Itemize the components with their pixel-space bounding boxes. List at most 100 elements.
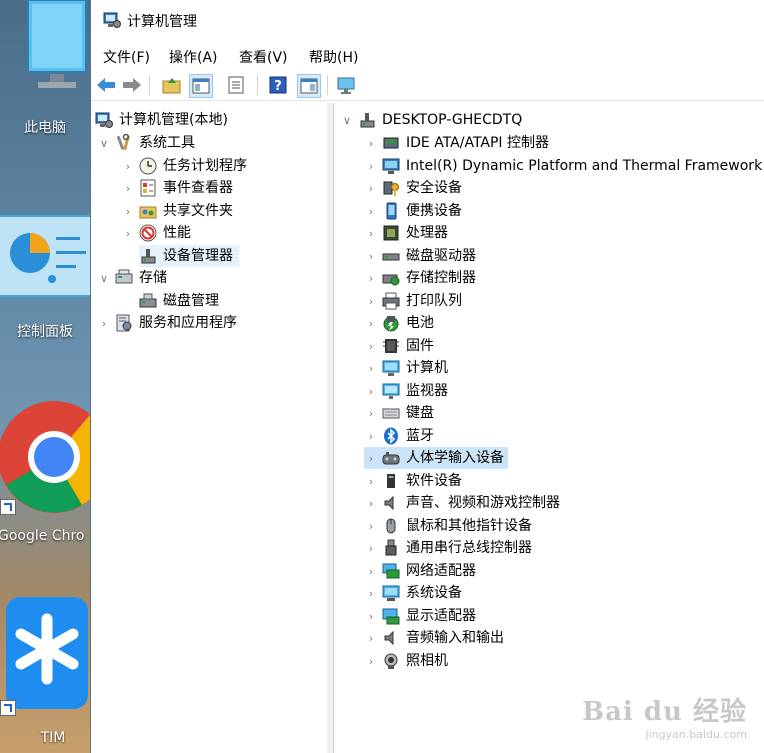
toolbar-separator — [327, 75, 328, 95]
show-hide-tree-button[interactable] — [189, 74, 213, 98]
tree-item-task-scheduler[interactable]: › 任务计划程序 — [121, 155, 247, 177]
device-category-item[interactable]: › 键盘 — [364, 402, 434, 424]
chevron-right-icon[interactable]: › — [364, 492, 378, 514]
device-category-item[interactable]: › 网络适配器 — [364, 560, 476, 582]
chevron-right-icon[interactable]: › — [364, 132, 378, 154]
network-adapter-icon — [382, 562, 400, 580]
chevron-right-icon[interactable]: › — [364, 245, 378, 267]
bluetooth-icon — [382, 427, 400, 445]
tree-item-system-tools[interactable]: ∨ 系统工具 — [97, 132, 195, 154]
disk-management-icon — [139, 292, 157, 310]
usb-icon — [382, 539, 400, 557]
menu-help[interactable]: 帮助(H) — [309, 47, 358, 67]
chevron-right-icon[interactable]: › — [364, 335, 378, 357]
desktop-icon-tim[interactable]: TIM — [0, 597, 90, 753]
forward-button[interactable] — [121, 74, 143, 96]
desktop-icon-control-panel[interactable]: 控制面板 — [0, 215, 90, 345]
desktop-icon-chrome[interactable]: Google Chro — [0, 395, 90, 545]
menu-view[interactable]: 查看(V) — [239, 47, 288, 67]
up-level-button[interactable] — [161, 74, 183, 96]
tree-item-event-viewer[interactable]: › 事件查看器 — [121, 177, 233, 199]
device-category-item[interactable]: › 监视器 — [364, 380, 448, 402]
chevron-right-icon[interactable]: › — [364, 290, 378, 312]
device-category-item[interactable]: › 鼠标和其他指针设备 — [364, 515, 532, 537]
device-category-label: 存储控制器 — [406, 270, 476, 286]
tree-item-performance[interactable]: › 性能 — [121, 222, 191, 244]
chevron-right-icon[interactable]: › — [364, 222, 378, 244]
device-category-item[interactable]: › 电池 — [364, 312, 434, 334]
back-arrow-icon — [97, 78, 115, 92]
device-category-item[interactable]: › 显示适配器 — [364, 605, 476, 627]
device-category-item[interactable]: › 存储控制器 — [364, 267, 476, 289]
tools-icon — [115, 133, 133, 152]
back-button[interactable] — [95, 74, 117, 96]
chevron-down-icon[interactable]: ∨ — [340, 109, 354, 131]
device-category-item[interactable]: › 声音、视频和游戏控制器 — [364, 492, 560, 514]
action-pane-icon — [300, 78, 318, 94]
device-category-item[interactable]: › 便携设备 — [364, 200, 462, 222]
chevron-right-icon[interactable]: › — [364, 380, 378, 402]
device-category-item[interactable]: › 人体学输入设备 — [364, 447, 508, 469]
chevron-right-icon[interactable]: › — [97, 312, 111, 334]
tree-item-device-manager[interactable]: 设备管理器 — [139, 245, 239, 267]
show-action-pane-button[interactable] — [297, 74, 321, 98]
chevron-right-icon[interactable]: › — [364, 402, 378, 424]
chevron-right-icon[interactable]: › — [364, 627, 378, 649]
device-category-item[interactable]: › 软件设备 — [364, 470, 462, 492]
device-category-item[interactable]: › 磁盘驱动器 — [364, 245, 476, 267]
tree-item-storage[interactable]: ∨ 存储 — [97, 267, 167, 289]
device-category-item[interactable]: › 打印队列 — [364, 290, 462, 312]
desktop-strip: 此电脑 控制面板 Google Chro TIM — [0, 0, 90, 753]
device-category-item[interactable]: › 通用串行总线控制器 — [364, 537, 532, 559]
chevron-right-icon[interactable]: › — [364, 177, 378, 199]
menu-file[interactable]: 文件(F) — [103, 47, 150, 67]
chevron-right-icon[interactable]: › — [121, 177, 135, 199]
device-category-item[interactable]: › 照相机 — [364, 650, 448, 672]
chevron-right-icon[interactable]: › — [364, 537, 378, 559]
device-category-item[interactable]: › 计算机 — [364, 357, 448, 379]
chevron-right-icon[interactable]: › — [364, 425, 378, 447]
device-category-item[interactable]: › Intel(R) Dynamic Platform and Thermal F… — [364, 155, 762, 177]
chevron-right-icon[interactable]: › — [364, 470, 378, 492]
chevron-down-icon[interactable]: ∨ — [97, 132, 111, 154]
chevron-right-icon[interactable]: › — [364, 447, 378, 469]
chevron-right-icon[interactable]: › — [121, 155, 135, 177]
tree-item-disk-management[interactable]: 磁盘管理 — [139, 290, 219, 312]
device-category-item[interactable]: › 蓝牙 — [364, 425, 434, 447]
chevron-right-icon[interactable]: › — [364, 155, 378, 177]
pane-splitter[interactable] — [327, 103, 334, 753]
device-category-item[interactable]: › 处理器 — [364, 222, 448, 244]
event-viewer-icon — [139, 179, 157, 197]
chevron-down-icon[interactable]: ∨ — [97, 267, 111, 289]
chevron-right-icon[interactable]: › — [364, 312, 378, 334]
device-category-item[interactable]: › 音频输入和输出 — [364, 627, 504, 649]
properties-button[interactable] — [225, 74, 247, 96]
chevron-right-icon[interactable]: › — [364, 200, 378, 222]
chevron-right-icon[interactable]: › — [364, 515, 378, 537]
chevron-right-icon[interactable]: › — [364, 650, 378, 672]
scan-hardware-button[interactable] — [335, 74, 357, 96]
title-bar[interactable]: 计算机管理 — [91, 0, 764, 40]
chevron-right-icon[interactable]: › — [364, 357, 378, 379]
toolbar-separator — [149, 75, 150, 95]
device-category-label: 照相机 — [406, 653, 448, 669]
desktop-icon-this-pc[interactable]: 此电脑 — [0, 0, 90, 140]
desktop-icon-label: 此电脑 — [24, 120, 66, 136]
chevron-right-icon[interactable]: › — [121, 222, 135, 244]
device-manager-icon — [139, 247, 157, 265]
device-category-item[interactable]: › 固件 — [364, 335, 434, 357]
tree-item-root[interactable]: 计算机管理(本地) — [95, 109, 228, 131]
chevron-right-icon[interactable]: › — [364, 582, 378, 604]
chevron-right-icon[interactable]: › — [121, 200, 135, 222]
device-tree-root[interactable]: ∨ DESKTOP-GHECDTQ — [340, 109, 522, 131]
tree-item-shared-folders[interactable]: › 共享文件夹 — [121, 200, 233, 222]
chevron-right-icon[interactable]: › — [364, 605, 378, 627]
device-category-item[interactable]: › 系统设备 — [364, 582, 462, 604]
help-button[interactable]: ? — [267, 74, 289, 96]
chevron-right-icon[interactable]: › — [364, 267, 378, 289]
device-category-item[interactable]: › 安全设备 — [364, 177, 462, 199]
device-category-item[interactable]: › IDE ATA/ATAPI 控制器 — [364, 132, 549, 154]
menu-action[interactable]: 操作(A) — [169, 47, 218, 67]
tree-item-services-applications[interactable]: › 服务和应用程序 — [97, 312, 237, 334]
chevron-right-icon[interactable]: › — [364, 560, 378, 582]
